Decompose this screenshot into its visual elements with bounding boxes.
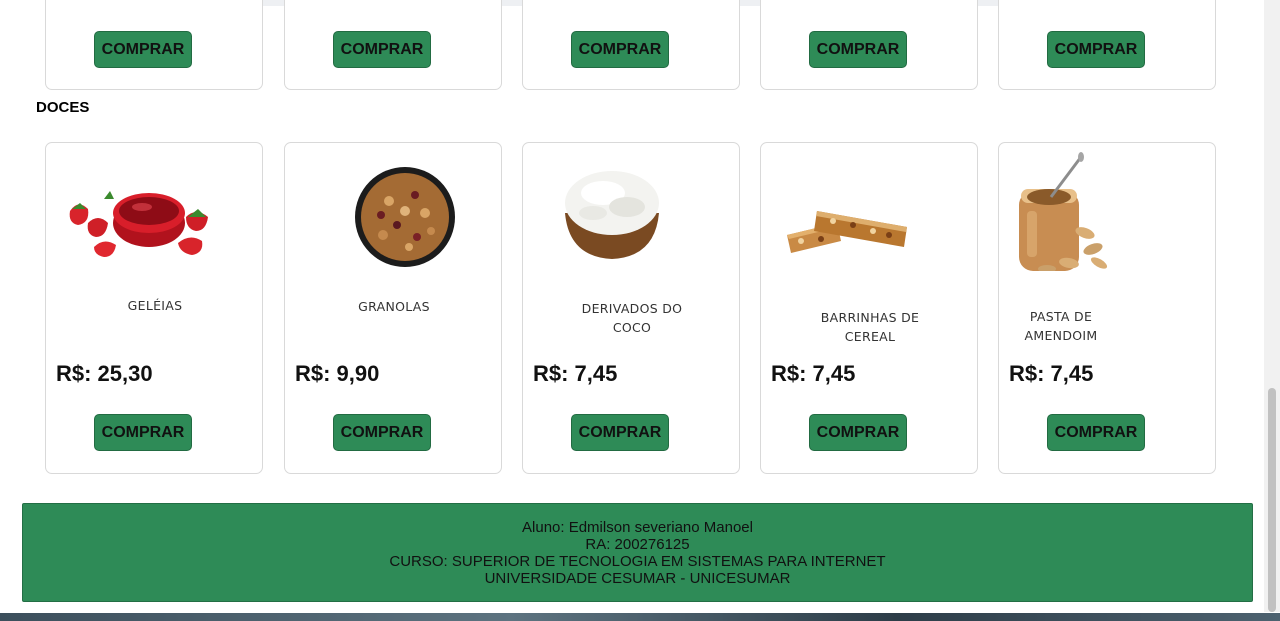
buy-button-coco[interactable]: COMPRAR bbox=[571, 414, 669, 451]
section-title: DOCES bbox=[36, 99, 90, 116]
product-price: R$: 9,90 bbox=[295, 361, 380, 386]
granola-bowl-image bbox=[355, 167, 455, 267]
product-name: BARRINHAS DE CEREAL bbox=[761, 308, 979, 346]
product-card: COMPRAR bbox=[760, 0, 978, 90]
product-name-line1: PASTA DE bbox=[1029, 309, 1093, 324]
buy-button[interactable]: COMPRAR bbox=[333, 31, 431, 68]
product-card: COMPRAR bbox=[522, 0, 740, 90]
product-price: R$: 7,45 bbox=[533, 361, 618, 386]
scrollbar-thumb[interactable] bbox=[1268, 388, 1276, 612]
product-card-geleias: GELÉIAS R$: 25,30 COMPRAR bbox=[45, 142, 263, 474]
grated-coconut-image bbox=[565, 171, 659, 259]
footer-university: UNIVERSIDADE CESUMAR - UNICESUMAR bbox=[484, 569, 791, 587]
product-card: COMPRAR bbox=[284, 0, 502, 90]
buy-button[interactable]: COMPRAR bbox=[1047, 31, 1145, 68]
buy-button-geleias[interactable]: COMPRAR bbox=[94, 414, 192, 451]
buy-button[interactable]: COMPRAR bbox=[94, 31, 192, 68]
footer: Aluno: Edmilson severiano Manoel RA: 200… bbox=[22, 503, 1253, 602]
product-name: DERIVADOS DO COCO bbox=[523, 299, 741, 337]
scrollbar[interactable] bbox=[1264, 0, 1280, 612]
product-card-coco: DERIVADOS DO COCO R$: 7,45 COMPRAR bbox=[522, 142, 740, 474]
buy-button-amendoim[interactable]: COMPRAR bbox=[1047, 414, 1145, 451]
product-name-line2: AMENDOIM bbox=[1024, 328, 1098, 343]
taskbar bbox=[0, 613, 1280, 621]
product-card-granolas: GRANOLAS R$: 9,90 COMPRAR bbox=[284, 142, 502, 474]
footer-ra: RA: 200276125 bbox=[585, 535, 690, 553]
cereal-bar-image bbox=[787, 211, 907, 253]
buy-button[interactable]: COMPRAR bbox=[809, 31, 907, 68]
buy-button-barrinhas[interactable]: COMPRAR bbox=[809, 414, 907, 451]
product-name-line2: CEREAL bbox=[844, 329, 896, 344]
product-price: R$: 7,45 bbox=[1009, 361, 1094, 386]
buy-button[interactable]: COMPRAR bbox=[571, 31, 669, 68]
product-name-line1: BARRINHAS DE bbox=[820, 310, 920, 325]
footer-course: CURSO: SUPERIOR DE TECNOLOGIA EM SISTEMA… bbox=[389, 552, 886, 570]
product-name: GELÉIAS bbox=[127, 298, 183, 313]
product-name: PASTA DE AMENDOIM bbox=[999, 307, 1123, 345]
jam-bowl-strawberries-image bbox=[69, 191, 208, 257]
product-card: COMPRAR bbox=[998, 0, 1216, 90]
product-price: R$: 25,30 bbox=[56, 361, 153, 386]
product-name-line2: COCO bbox=[612, 320, 652, 335]
peanut-butter-jar-image bbox=[1019, 152, 1108, 271]
product-name-line1: DERIVADOS DO bbox=[581, 301, 683, 316]
product-card-barrinhas: BARRINHAS DE CEREAL R$: 7,45 COMPRAR bbox=[760, 142, 978, 474]
product-name: GRANOLAS bbox=[358, 299, 430, 314]
buy-button-granolas[interactable]: COMPRAR bbox=[333, 414, 431, 451]
product-card: COMPRAR bbox=[45, 0, 263, 90]
product-card-amendoim: PASTA DE AMENDOIM R$: 7,45 COMPRAR bbox=[998, 142, 1216, 474]
footer-student: Aluno: Edmilson severiano Manoel bbox=[522, 518, 753, 536]
product-price: R$: 7,45 bbox=[771, 361, 856, 386]
